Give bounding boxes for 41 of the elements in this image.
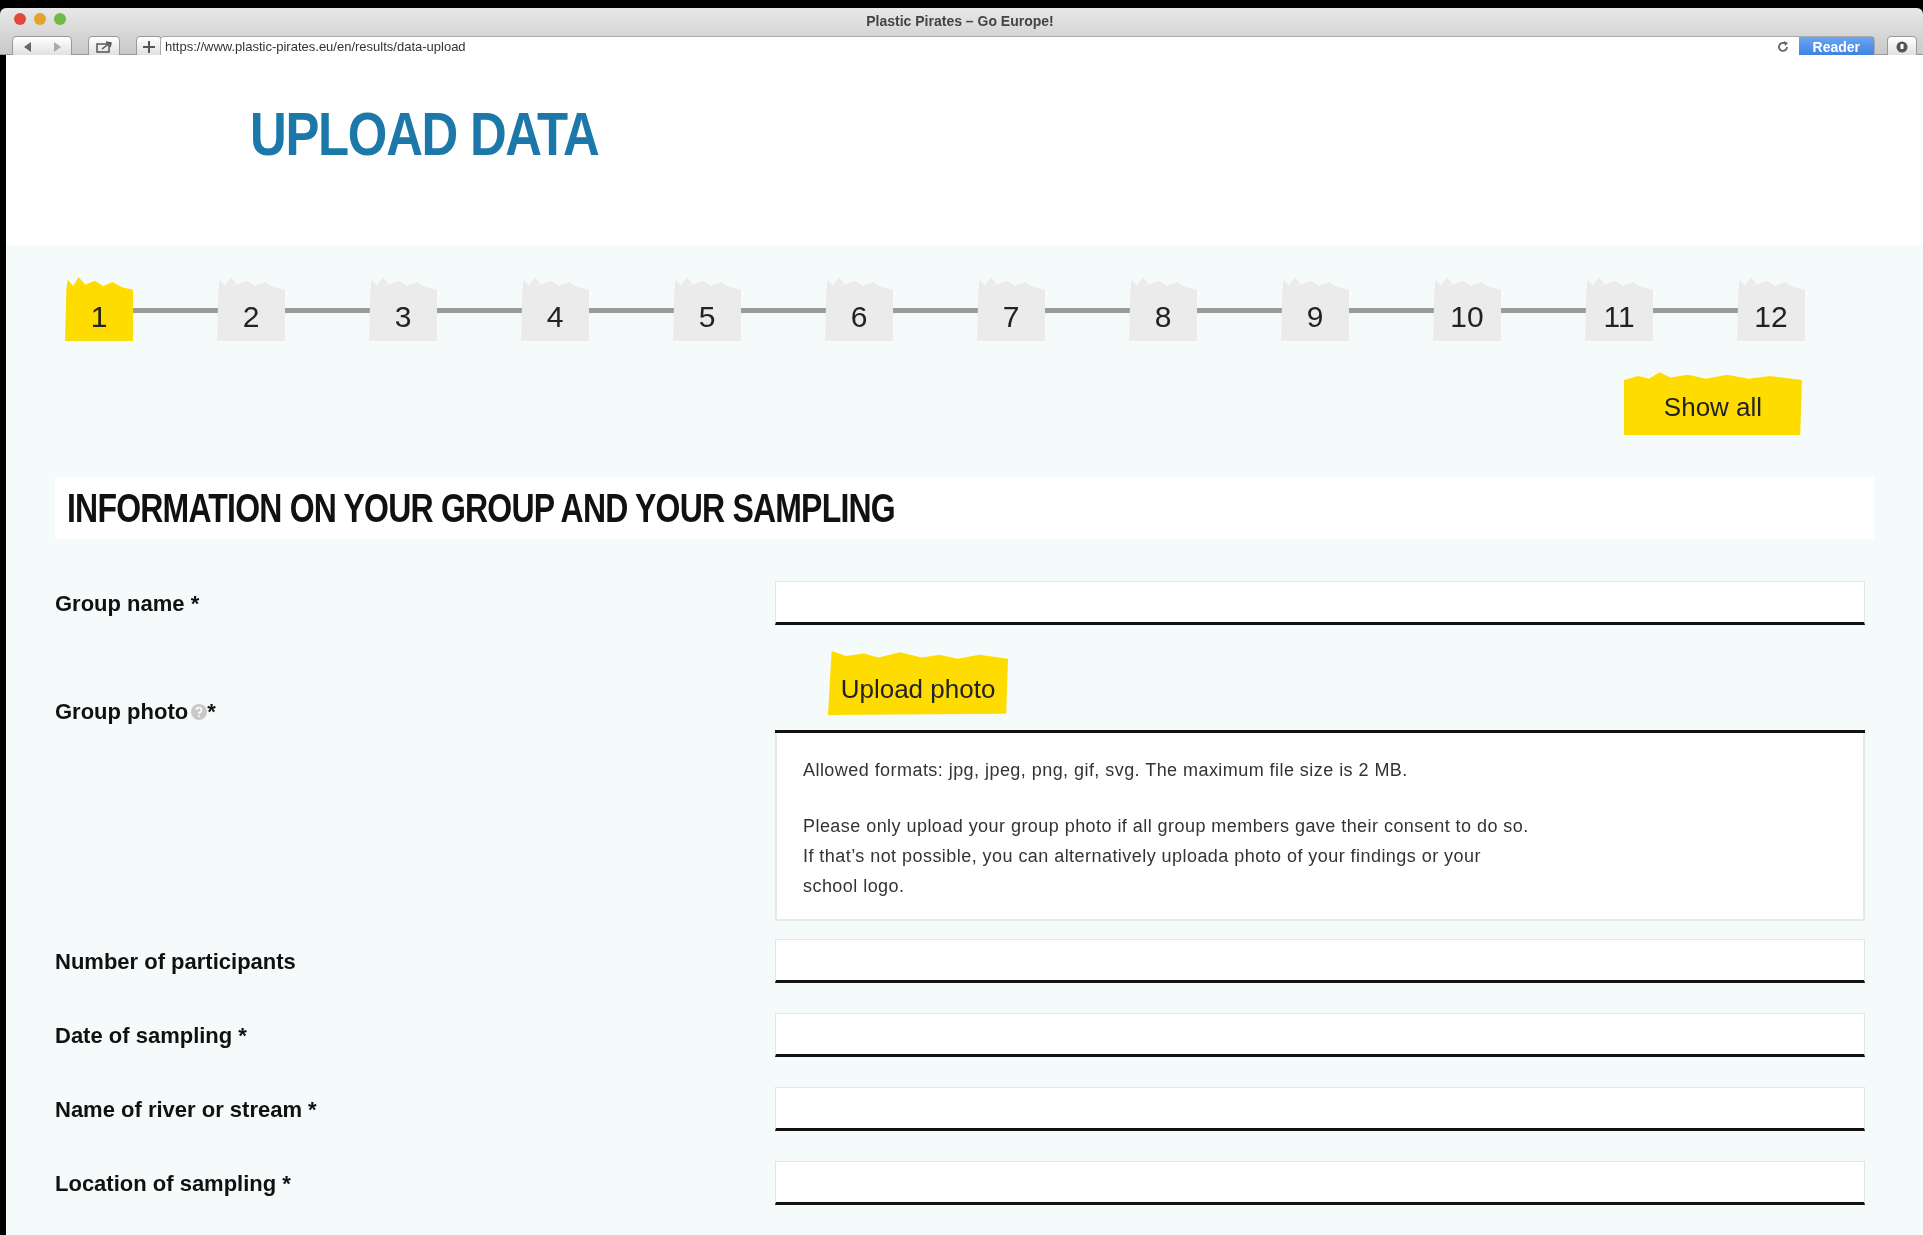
- upload-photo-button[interactable]: Upload photo: [828, 651, 1008, 715]
- info-text: Please only upload your group photo if all group members gave their consent to do so. If that’s not possible, you can alternatively uploada photo of your findings or your school logo.: [803, 815, 1530, 898]
- plus-icon: [143, 41, 155, 53]
- step-tab[interactable]: 11: [1585, 277, 1653, 341]
- url-text: https://www.plastic-pirates.eu/en/results/data-upload: [165, 38, 467, 57]
- field-label: Name of river or stream *: [55, 1095, 317, 1124]
- step-tab[interactable]: 7: [977, 277, 1045, 341]
- show-all-button[interactable]: Show all: [1624, 371, 1802, 435]
- step-tab[interactable]: 8: [1129, 277, 1197, 341]
- reload-icon[interactable]: [1776, 41, 1789, 53]
- step-tab[interactable]: 2: [217, 277, 285, 341]
- step-tab[interactable]: 4: [521, 277, 589, 341]
- share-icon: [96, 41, 112, 53]
- field-label: Location of sampling *: [55, 1169, 291, 1198]
- share-button[interactable]: [88, 36, 120, 58]
- step-tab[interactable]: 10: [1433, 277, 1501, 341]
- address-bar[interactable]: https://www.plastic-pirates.eu/en/results/data-upload Reader: [160, 36, 1875, 58]
- input-field[interactable]: [775, 1161, 1865, 1205]
- step-tab[interactable]: 5: [673, 277, 741, 341]
- input-field[interactable]: [775, 1087, 1865, 1131]
- input-field[interactable]: [775, 581, 1865, 625]
- downloads-button[interactable]: [1887, 36, 1917, 58]
- step-tab[interactable]: 12: [1737, 277, 1805, 341]
- close-window-icon[interactable]: [14, 13, 26, 25]
- section-heading: INFORMATION ON YOUR GROUP AND YOUR SAMPLING: [67, 485, 895, 532]
- field-label: Group photo: [55, 698, 189, 726]
- page-title: UPLOAD DATA: [250, 103, 600, 165]
- step-tab[interactable]: 6: [825, 277, 893, 341]
- step-tab[interactable]: 9: [1281, 277, 1349, 341]
- input-field[interactable]: [775, 939, 1865, 983]
- field-label: Date of sampling *: [55, 1021, 247, 1050]
- field-label: Number of participants: [55, 947, 296, 976]
- info-text: Allowed formats: jpg, jpeg, png, gif, svg. The maximum file size is 2 MB.: [803, 759, 1409, 782]
- window-title: Plastic Pirates – Go Europe!: [865, 12, 1055, 31]
- input-field[interactable]: [775, 1013, 1865, 1057]
- field-label: Group name *: [55, 589, 200, 618]
- back-icon[interactable]: [23, 42, 32, 52]
- back-forward-buttons[interactable]: [12, 36, 72, 58]
- step-tab[interactable]: 1: [65, 277, 133, 341]
- required-mark: *: [207, 698, 216, 726]
- step-tab[interactable]: 3: [369, 277, 437, 341]
